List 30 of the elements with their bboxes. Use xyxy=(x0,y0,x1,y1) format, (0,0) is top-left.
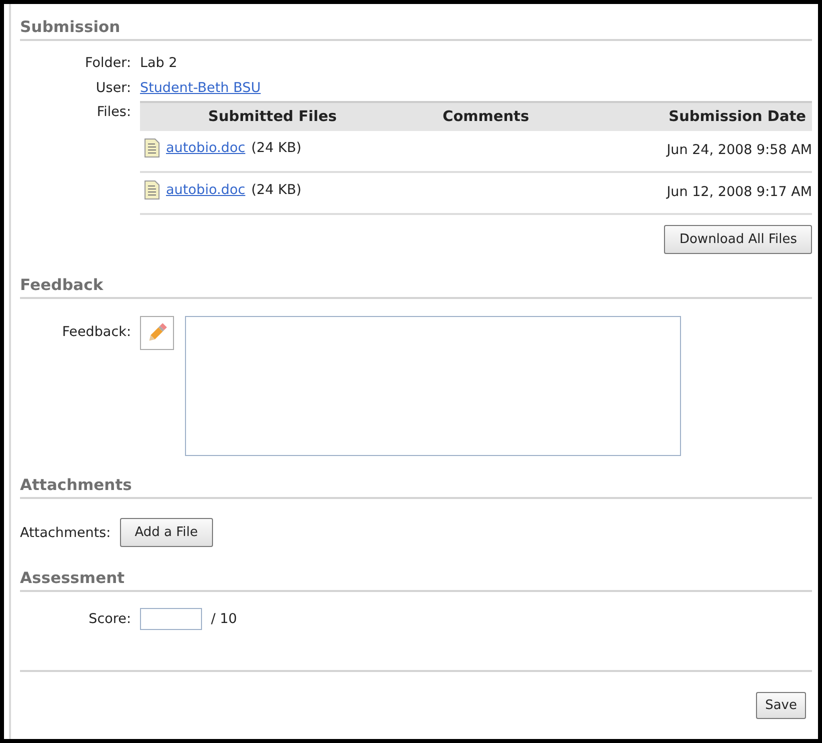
section-heading: Attachments xyxy=(20,476,133,496)
file-size: (24 KB) xyxy=(251,140,302,156)
edit-button[interactable] xyxy=(140,316,174,350)
field-label: User: xyxy=(94,80,131,96)
field-label: Feedback: xyxy=(61,323,131,340)
add-file-button[interactable]: Add a File xyxy=(120,518,213,547)
field-label: Folder: xyxy=(84,55,131,71)
score-total: / 10 xyxy=(211,611,238,627)
section-heading: Feedback xyxy=(20,276,104,296)
section-heading: Submission xyxy=(20,18,122,38)
file-link[interactable]: autobio.doc xyxy=(166,140,246,156)
field-label: Score: xyxy=(88,611,131,627)
user-link[interactable]: Student-Beth BSU xyxy=(140,80,261,96)
column-header: Comments xyxy=(404,102,567,131)
file-link[interactable]: autobio.doc xyxy=(166,182,246,198)
file-size: (24 KB) xyxy=(251,182,302,198)
folder-name: Lab 2 xyxy=(140,55,178,71)
document-icon xyxy=(144,180,160,200)
column-header: Submission Date xyxy=(566,102,812,131)
column-header: Submitted Files xyxy=(140,102,405,131)
field-label: Attachments: xyxy=(20,524,111,540)
save-button[interactable]: Save xyxy=(756,692,806,719)
download-all-button[interactable]: Download All Files xyxy=(664,225,812,254)
document-icon xyxy=(144,138,160,158)
field-label: Files: xyxy=(96,104,131,120)
section-heading: Assessment xyxy=(20,569,126,589)
feedback-field[interactable] xyxy=(185,316,681,456)
table-cell: Jun 12, 2008 9:17 AM xyxy=(566,172,812,214)
score-field[interactable] xyxy=(140,608,202,630)
table-cell: Jun 24, 2008 9:58 AM xyxy=(566,131,812,172)
